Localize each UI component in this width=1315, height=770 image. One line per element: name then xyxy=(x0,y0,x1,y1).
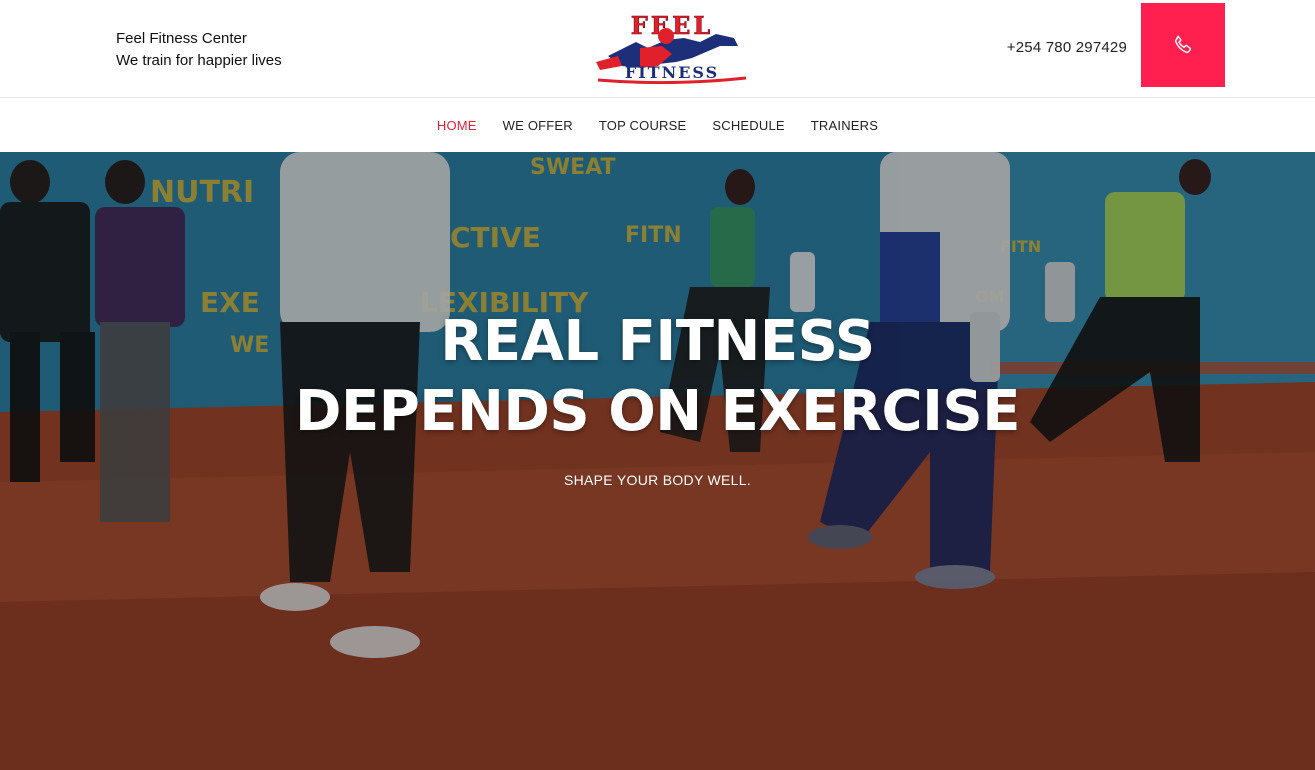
nav-item-top-course[interactable]: TOP COURSE xyxy=(599,118,686,133)
phone-number[interactable]: +254 780 297429 xyxy=(1007,39,1127,56)
nav-item-schedule[interactable]: SCHEDULE xyxy=(712,118,784,133)
brand-block: Feel Fitness Center We train for happier… xyxy=(116,28,282,72)
hero-subtitle: SHAPE YOUR BODY WELL. xyxy=(563,472,752,488)
brand-name: Feel Fitness Center xyxy=(116,30,247,47)
site-logo[interactable]: FEEL FITNESS xyxy=(588,11,756,85)
hero-title-line-1: REAL FITNESS xyxy=(440,309,875,374)
hero-title-line-2: DEPENDS ON EXERCISE xyxy=(294,379,1021,444)
nav-item-we-offer[interactable]: WE OFFER xyxy=(503,118,573,133)
logo-graphic: FEEL FITNESS xyxy=(596,11,747,85)
call-button[interactable] xyxy=(1141,3,1225,87)
top-header: Feel Fitness Center We train for happier… xyxy=(0,0,1315,98)
brand-tagline: We train for happier lives xyxy=(116,52,282,69)
nav-item-trainers[interactable]: TRAINERS xyxy=(811,118,878,133)
nav-item-home[interactable]: HOME xyxy=(437,118,477,133)
hero-banner: NUTRI SWEAT CTIVE EXE LEXIBILITY FITN WE… xyxy=(0,152,1315,770)
main-nav: HOME WE OFFER TOP COURSE SCHEDULE TRAINE… xyxy=(0,99,1315,152)
hero-dark-overlay xyxy=(0,152,1315,770)
logo-text-bottom: FITNESS xyxy=(625,63,719,82)
phone-icon xyxy=(1174,35,1192,54)
